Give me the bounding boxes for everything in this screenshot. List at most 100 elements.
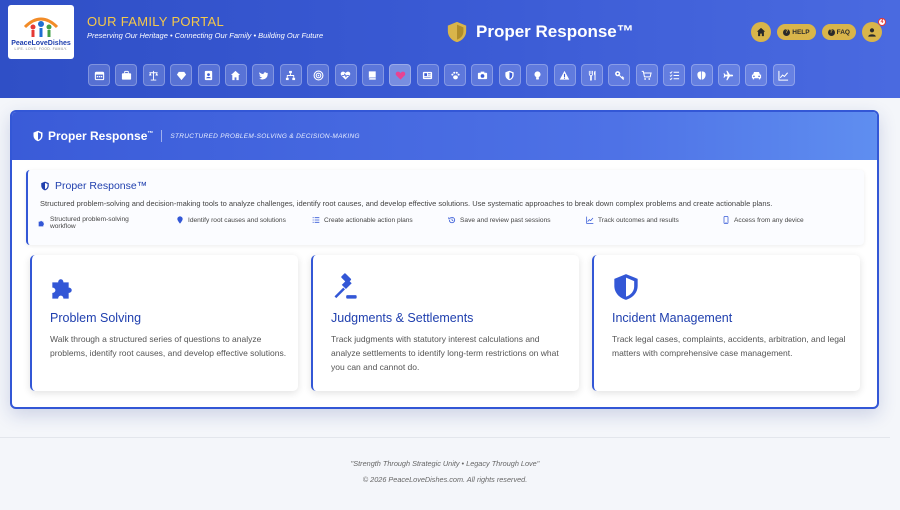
tool-nav-bar	[88, 64, 795, 86]
faq-label: FAQ	[836, 28, 850, 36]
help-label: HELP	[792, 28, 810, 36]
nav-scales[interactable]	[142, 64, 165, 86]
feature-label: Identify root causes and solutions	[188, 216, 286, 224]
newspaper-icon	[423, 71, 433, 79]
list-icon	[312, 217, 320, 223]
home-icon	[757, 27, 766, 37]
portal-subtitle: Preserving Our Heritage • Connecting Our…	[87, 31, 324, 40]
shield-icon	[505, 70, 514, 80]
nav-vehicles[interactable]	[745, 64, 768, 86]
question-icon: ?	[827, 28, 835, 36]
nav-home[interactable]	[224, 64, 247, 86]
brand[interactable]: Proper Response™	[446, 21, 634, 43]
target-icon	[313, 70, 324, 80]
site-logo[interactable]: PeaceLoveDishes LIFE. LOVE. FOOD. FAMILY…	[8, 5, 74, 59]
key-icon	[615, 70, 625, 80]
nav-bird[interactable]	[252, 64, 275, 86]
nav-health[interactable]	[334, 64, 357, 86]
intro-title-text: Proper Response™	[55, 180, 148, 192]
pin-icon	[177, 216, 183, 224]
footer-divider	[0, 437, 890, 438]
top-actions: ? HELP ? FAQ 4	[751, 18, 886, 42]
tool-card-problem-solving[interactable]: Problem Solving Walk through a structure…	[30, 255, 298, 391]
shield-icon	[447, 21, 467, 43]
nav-love[interactable]	[389, 64, 412, 86]
intro-title: Proper Response™	[40, 180, 147, 192]
question-icon: ?	[783, 28, 791, 36]
cart-icon	[642, 70, 653, 80]
feature-label: Track outcomes and results	[598, 216, 679, 224]
nav-diamond[interactable]	[170, 64, 193, 86]
user-account-button[interactable]: 4	[862, 18, 886, 42]
shield-icon	[33, 130, 43, 142]
gavel-icon	[334, 273, 357, 299]
nav-goals[interactable]	[307, 64, 330, 86]
feature-label: Structured problem-solving workflow	[50, 216, 129, 230]
feature-item: Create actionable action plans	[312, 216, 413, 224]
intro-panel: Proper Response™ Structured problem-solv…	[26, 170, 864, 245]
contact-book-icon	[204, 70, 213, 80]
nav-contacts[interactable]	[197, 64, 220, 86]
tool-title: Judgments & Settlements	[331, 311, 474, 325]
feature-item: Structured problem-solving workflow	[38, 216, 153, 230]
nav-family-tree[interactable]	[279, 64, 302, 86]
calendar-icon	[94, 71, 104, 80]
history-icon	[448, 217, 456, 224]
nav-travel[interactable]	[717, 64, 740, 86]
utensils-icon	[588, 70, 596, 80]
nav-mind[interactable]	[690, 64, 713, 86]
card-title: Proper Response™	[48, 129, 154, 143]
feature-item: Save and review past sessions	[448, 216, 551, 224]
feature-label: Access from any device	[734, 216, 804, 224]
tool-title: Incident Management	[612, 311, 733, 325]
scales-icon	[149, 70, 159, 81]
nav-book[interactable]	[361, 64, 384, 86]
nav-tasks[interactable]	[663, 64, 686, 86]
puzzle-icon	[38, 220, 45, 227]
nav-calendar[interactable]	[88, 64, 110, 86]
footer-quote: "Strength Through Strategic Unity • Lega…	[350, 459, 540, 468]
nav-alerts[interactable]	[553, 64, 576, 86]
help-button[interactable]: ? HELP	[777, 24, 816, 40]
diamond-icon	[176, 71, 186, 80]
nav-keys[interactable]	[608, 64, 631, 86]
nav-recipes[interactable]	[581, 64, 604, 86]
home-button[interactable]	[751, 22, 772, 42]
footer-copyright: © 2026 PeaceLoveDishes.com. All rights r…	[362, 475, 528, 484]
checklist-icon	[669, 70, 679, 80]
plane-icon	[724, 70, 734, 80]
tool-title: Problem Solving	[50, 311, 142, 325]
notification-badge: 4	[878, 18, 886, 26]
nav-analytics[interactable]	[772, 64, 795, 86]
intro-description: Structured problem-solving and decision-…	[40, 199, 773, 208]
nav-photos[interactable]	[471, 64, 494, 86]
proper-response-card: Proper Response™ STRUCTURED PROBLEM-SOLV…	[10, 110, 879, 409]
feature-item: Identify root causes and solutions	[176, 216, 286, 224]
faq-button[interactable]: ? FAQ	[821, 24, 856, 40]
bird-icon	[258, 71, 268, 79]
puzzle-icon	[52, 279, 72, 299]
tool-description: Walk through a structured series of ques…	[50, 334, 287, 358]
home-icon	[231, 70, 241, 80]
tool-card-judgments-settlements[interactable]: Judgments & Settlements Track judgments …	[311, 255, 579, 391]
lightbulb-icon	[534, 70, 541, 79]
heart-icon	[395, 71, 406, 80]
tool-description: Track judgments with statutory interest …	[331, 334, 559, 372]
nav-proper-response[interactable]	[498, 64, 521, 86]
top-header: PeaceLoveDishes LIFE. LOVE. FOOD. FAMILY…	[0, 0, 900, 98]
user-icon	[868, 28, 876, 37]
nav-pets[interactable]	[444, 64, 467, 86]
nav-news[interactable]	[416, 64, 439, 86]
card-subtitle: STRUCTURED PROBLEM-SOLVING & DECISION-MA…	[170, 132, 360, 140]
family-logo-icon	[23, 17, 59, 37]
book-icon	[368, 70, 377, 80]
tool-description: Track legal cases, complaints, accidents…	[612, 334, 846, 358]
tool-card-incident-management[interactable]: Incident Management Track legal cases, c…	[592, 255, 860, 391]
nav-shopping[interactable]	[635, 64, 658, 86]
warning-icon	[559, 70, 570, 80]
nav-ideas[interactable]	[526, 64, 549, 86]
heartbeat-icon	[340, 71, 351, 80]
nav-briefcase[interactable]	[115, 64, 138, 86]
feature-item: Access from any device	[722, 216, 804, 224]
car-icon	[751, 71, 761, 79]
